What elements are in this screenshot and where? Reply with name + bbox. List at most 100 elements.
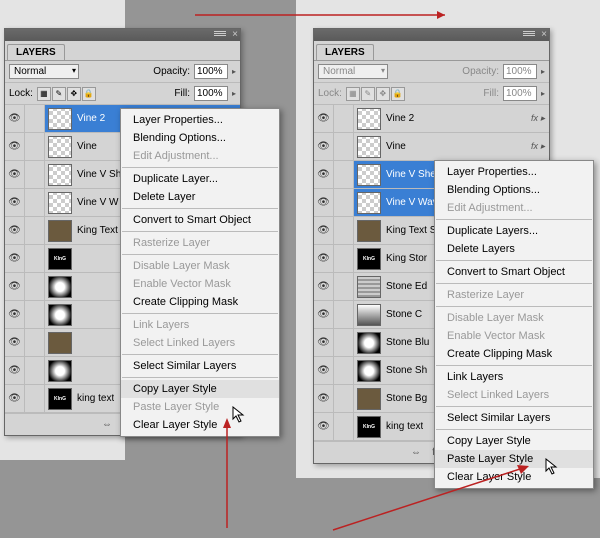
layer-thumbnail[interactable] — [48, 360, 72, 382]
blend-mode-select[interactable]: Normal — [9, 64, 79, 79]
layer-name[interactable]: King Text — [75, 225, 118, 236]
menu-item[interactable]: Convert to Smart Object — [121, 211, 279, 229]
menu-item[interactable]: Clear Layer Style — [121, 416, 279, 434]
visibility-toggle[interactable]: 👁 — [314, 413, 334, 440]
visibility-toggle[interactable]: 👁 — [5, 217, 25, 244]
lock-all-icon[interactable]: 🔒 — [391, 87, 405, 101]
layers-tab[interactable]: LAYERS — [7, 44, 65, 60]
layer-thumbnail[interactable]: KInG — [48, 248, 72, 270]
visibility-toggle[interactable]: 👁 — [314, 217, 334, 244]
visibility-toggle[interactable]: 👁 — [5, 161, 25, 188]
layer-thumbnail[interactable] — [48, 108, 72, 130]
panel-titlebar[interactable]: × — [5, 29, 240, 41]
visibility-toggle[interactable]: 👁 — [314, 301, 334, 328]
menu-item[interactable]: Blending Options... — [435, 181, 593, 199]
blend-mode-select[interactable]: Normal — [318, 64, 388, 79]
menu-item[interactable]: Copy Layer Style — [435, 432, 593, 450]
layer-thumbnail[interactable] — [357, 192, 381, 214]
layer-thumbnail[interactable] — [357, 360, 381, 382]
layer-name[interactable]: Vine V Sh — [75, 169, 121, 180]
layer-thumbnail[interactable] — [357, 164, 381, 186]
visibility-toggle[interactable]: 👁 — [5, 245, 25, 272]
visibility-toggle[interactable]: 👁 — [5, 273, 25, 300]
lock-pixels-icon[interactable]: ✎ — [361, 87, 375, 101]
layer-row[interactable]: 👁 Vine 2 fx ▸ — [314, 105, 549, 133]
chevron-right-icon[interactable]: ▸ — [541, 89, 545, 98]
fill-input[interactable]: 100% — [503, 86, 537, 101]
opacity-input[interactable]: 100% — [503, 64, 537, 79]
layer-name[interactable]: Stone Blu — [384, 337, 429, 348]
fill-input[interactable]: 100% — [194, 86, 228, 101]
menu-item[interactable]: Create Clipping Mask — [435, 345, 593, 363]
layer-name[interactable]: Stone Bg — [384, 393, 427, 404]
context-menu-right[interactable]: Layer Properties...Blending Options...Ed… — [434, 160, 594, 489]
lock-all-icon[interactable]: 🔒 — [82, 87, 96, 101]
layer-thumbnail[interactable] — [48, 304, 72, 326]
layer-thumbnail[interactable] — [357, 304, 381, 326]
menu-item[interactable]: Link Layers — [435, 368, 593, 386]
layer-name[interactable]: Stone Sh — [384, 365, 427, 376]
menu-item[interactable]: Copy Layer Style — [121, 380, 279, 398]
visibility-toggle[interactable]: 👁 — [5, 133, 25, 160]
layer-row[interactable]: 👁 Vine fx ▸ — [314, 133, 549, 161]
layer-thumbnail[interactable] — [48, 332, 72, 354]
layer-thumbnail[interactable]: KInG — [357, 416, 381, 438]
layers-tab[interactable]: LAYERS — [316, 44, 374, 60]
panel-menu-icon[interactable] — [523, 30, 535, 38]
close-icon[interactable]: × — [541, 29, 547, 40]
layer-thumbnail[interactable] — [357, 220, 381, 242]
fx-indicator[interactable]: fx ▸ — [531, 141, 545, 152]
layer-name[interactable]: Vine — [384, 141, 406, 152]
layer-thumbnail[interactable]: KInG — [357, 248, 381, 270]
fx-indicator[interactable]: fx ▸ — [531, 113, 545, 124]
lock-position-icon[interactable]: ✥ — [376, 87, 390, 101]
visibility-toggle[interactable]: 👁 — [5, 189, 25, 216]
visibility-toggle[interactable]: 👁 — [314, 161, 334, 188]
context-menu-left[interactable]: Layer Properties...Blending Options...Ed… — [120, 108, 280, 437]
menu-item[interactable]: Duplicate Layer... — [121, 170, 279, 188]
layer-thumbnail[interactable] — [48, 164, 72, 186]
layer-thumbnail[interactable] — [357, 136, 381, 158]
menu-item[interactable]: Delete Layer — [121, 188, 279, 206]
layer-name[interactable]: Vine 2 — [75, 113, 105, 124]
lock-transparency-icon[interactable]: ▦ — [346, 87, 360, 101]
visibility-toggle[interactable]: 👁 — [5, 105, 25, 132]
lock-pixels-icon[interactable]: ✎ — [52, 87, 66, 101]
layer-name[interactable]: king text — [75, 393, 114, 404]
chevron-right-icon[interactable]: ▸ — [232, 67, 236, 76]
chevron-right-icon[interactable]: ▸ — [541, 67, 545, 76]
menu-item[interactable]: Select Similar Layers — [121, 357, 279, 375]
panel-menu-icon[interactable] — [214, 30, 226, 38]
layer-name[interactable]: Vine 2 — [384, 113, 414, 124]
menu-item[interactable]: Convert to Smart Object — [435, 263, 593, 281]
menu-item[interactable]: Blending Options... — [121, 129, 279, 147]
layer-name[interactable]: Vine — [75, 141, 97, 152]
visibility-toggle[interactable]: 👁 — [5, 301, 25, 328]
layer-thumbnail[interactable] — [48, 220, 72, 242]
visibility-toggle[interactable]: 👁 — [5, 329, 25, 356]
link-icon[interactable]: ⇔ — [409, 446, 423, 460]
lock-transparency-icon[interactable]: ▦ — [37, 87, 51, 101]
layer-thumbnail[interactable] — [357, 108, 381, 130]
layer-thumbnail[interactable]: KInG — [48, 388, 72, 410]
layer-name[interactable]: Stone Ed — [384, 281, 427, 292]
panel-titlebar[interactable]: × — [314, 29, 549, 41]
layer-thumbnail[interactable] — [48, 136, 72, 158]
visibility-toggle[interactable]: 👁 — [314, 273, 334, 300]
layer-name[interactable]: king text — [384, 421, 423, 432]
visibility-toggle[interactable]: 👁 — [314, 105, 334, 132]
layer-name[interactable]: King Stor — [384, 253, 427, 264]
layer-name[interactable]: Vine V W — [75, 197, 119, 208]
visibility-toggle[interactable]: 👁 — [314, 357, 334, 384]
visibility-toggle[interactable]: 👁 — [5, 357, 25, 384]
layer-thumbnail[interactable] — [48, 276, 72, 298]
visibility-toggle[interactable]: 👁 — [314, 385, 334, 412]
visibility-toggle[interactable]: 👁 — [314, 329, 334, 356]
visibility-toggle[interactable]: 👁 — [314, 133, 334, 160]
menu-item[interactable]: Layer Properties... — [435, 163, 593, 181]
layer-thumbnail[interactable] — [48, 192, 72, 214]
menu-item[interactable]: Delete Layers — [435, 240, 593, 258]
layer-name[interactable]: Stone C — [384, 309, 422, 320]
layer-thumbnail[interactable] — [357, 276, 381, 298]
visibility-toggle[interactable]: 👁 — [314, 245, 334, 272]
